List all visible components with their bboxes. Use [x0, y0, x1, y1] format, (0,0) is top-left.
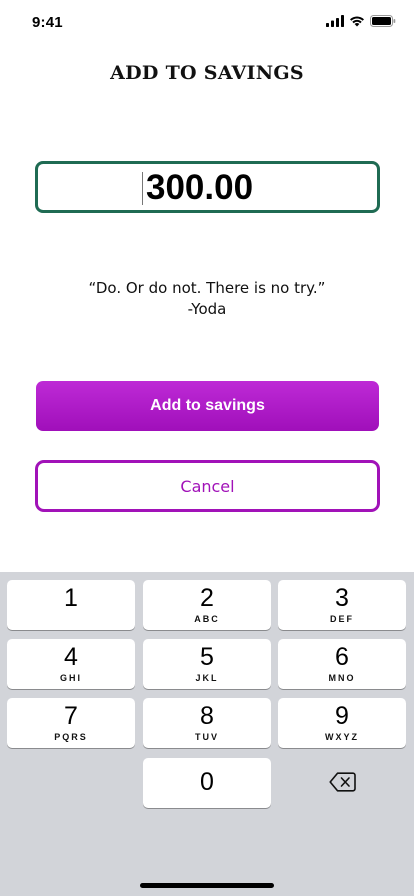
- battery-icon: [370, 15, 396, 27]
- quote: “Do. Or do not. There is no try.” -Yoda: [0, 278, 414, 320]
- key-digit: 4: [64, 643, 78, 671]
- key-digit: 9: [335, 702, 349, 730]
- key-digit: 2: [200, 584, 214, 612]
- key-0[interactable]: 0: [143, 758, 271, 808]
- key-digit: 7: [64, 702, 78, 730]
- key-digit: 1: [64, 584, 78, 612]
- home-indicator[interactable]: [140, 883, 274, 888]
- status-bar: 9:41: [0, 0, 414, 44]
- key-letters: JKL: [195, 673, 219, 683]
- key-6[interactable]: 6 MNO: [278, 639, 406, 689]
- key-digit: 8: [200, 702, 214, 730]
- amount-input[interactable]: 300.00: [35, 161, 380, 213]
- key-digit: 0: [200, 768, 214, 796]
- key-9[interactable]: 9 WXYZ: [278, 698, 406, 748]
- key-3[interactable]: 3 DEF: [278, 580, 406, 630]
- key-letters: ABC: [194, 614, 220, 624]
- numeric-keypad: 1 2 ABC 3 DEF 4 GHI 5 JKL 6 MNO 7 PQRS 8…: [0, 572, 414, 896]
- cancel-button[interactable]: Cancel: [35, 460, 380, 512]
- key-letters: WXYZ: [325, 732, 359, 742]
- key-7[interactable]: 7 PQRS: [7, 698, 135, 748]
- key-letters: DEF: [330, 614, 354, 624]
- backspace-icon: [328, 772, 356, 792]
- key-digit: 6: [335, 643, 349, 671]
- text-cursor: [142, 172, 143, 205]
- key-digit: 3: [335, 584, 349, 612]
- quote-author: -Yoda: [187, 300, 227, 318]
- quote-text: “Do. Or do not. There is no try.”: [88, 279, 326, 297]
- add-to-savings-button[interactable]: Add to savings: [36, 381, 379, 431]
- wifi-icon: [350, 16, 364, 27]
- status-icons: [326, 15, 396, 27]
- cellular-signal-icon: [326, 15, 344, 27]
- page-title: ADD TO SAVINGS: [110, 62, 304, 84]
- amount-value: 300.00: [146, 168, 254, 207]
- key-5[interactable]: 5 JKL: [143, 639, 271, 689]
- status-time: 9:41: [32, 14, 63, 31]
- key-8[interactable]: 8 TUV: [143, 698, 271, 748]
- key-letters: GHI: [59, 673, 82, 683]
- key-letters: MNO: [328, 673, 356, 683]
- key-digit: 5: [200, 643, 214, 671]
- key-letters: TUV: [195, 732, 219, 742]
- key-letters: PQRS: [54, 732, 88, 742]
- key-2[interactable]: 2 ABC: [143, 580, 271, 630]
- delete-key[interactable]: [278, 757, 406, 807]
- key-1[interactable]: 1: [7, 580, 135, 630]
- key-4[interactable]: 4 GHI: [7, 639, 135, 689]
